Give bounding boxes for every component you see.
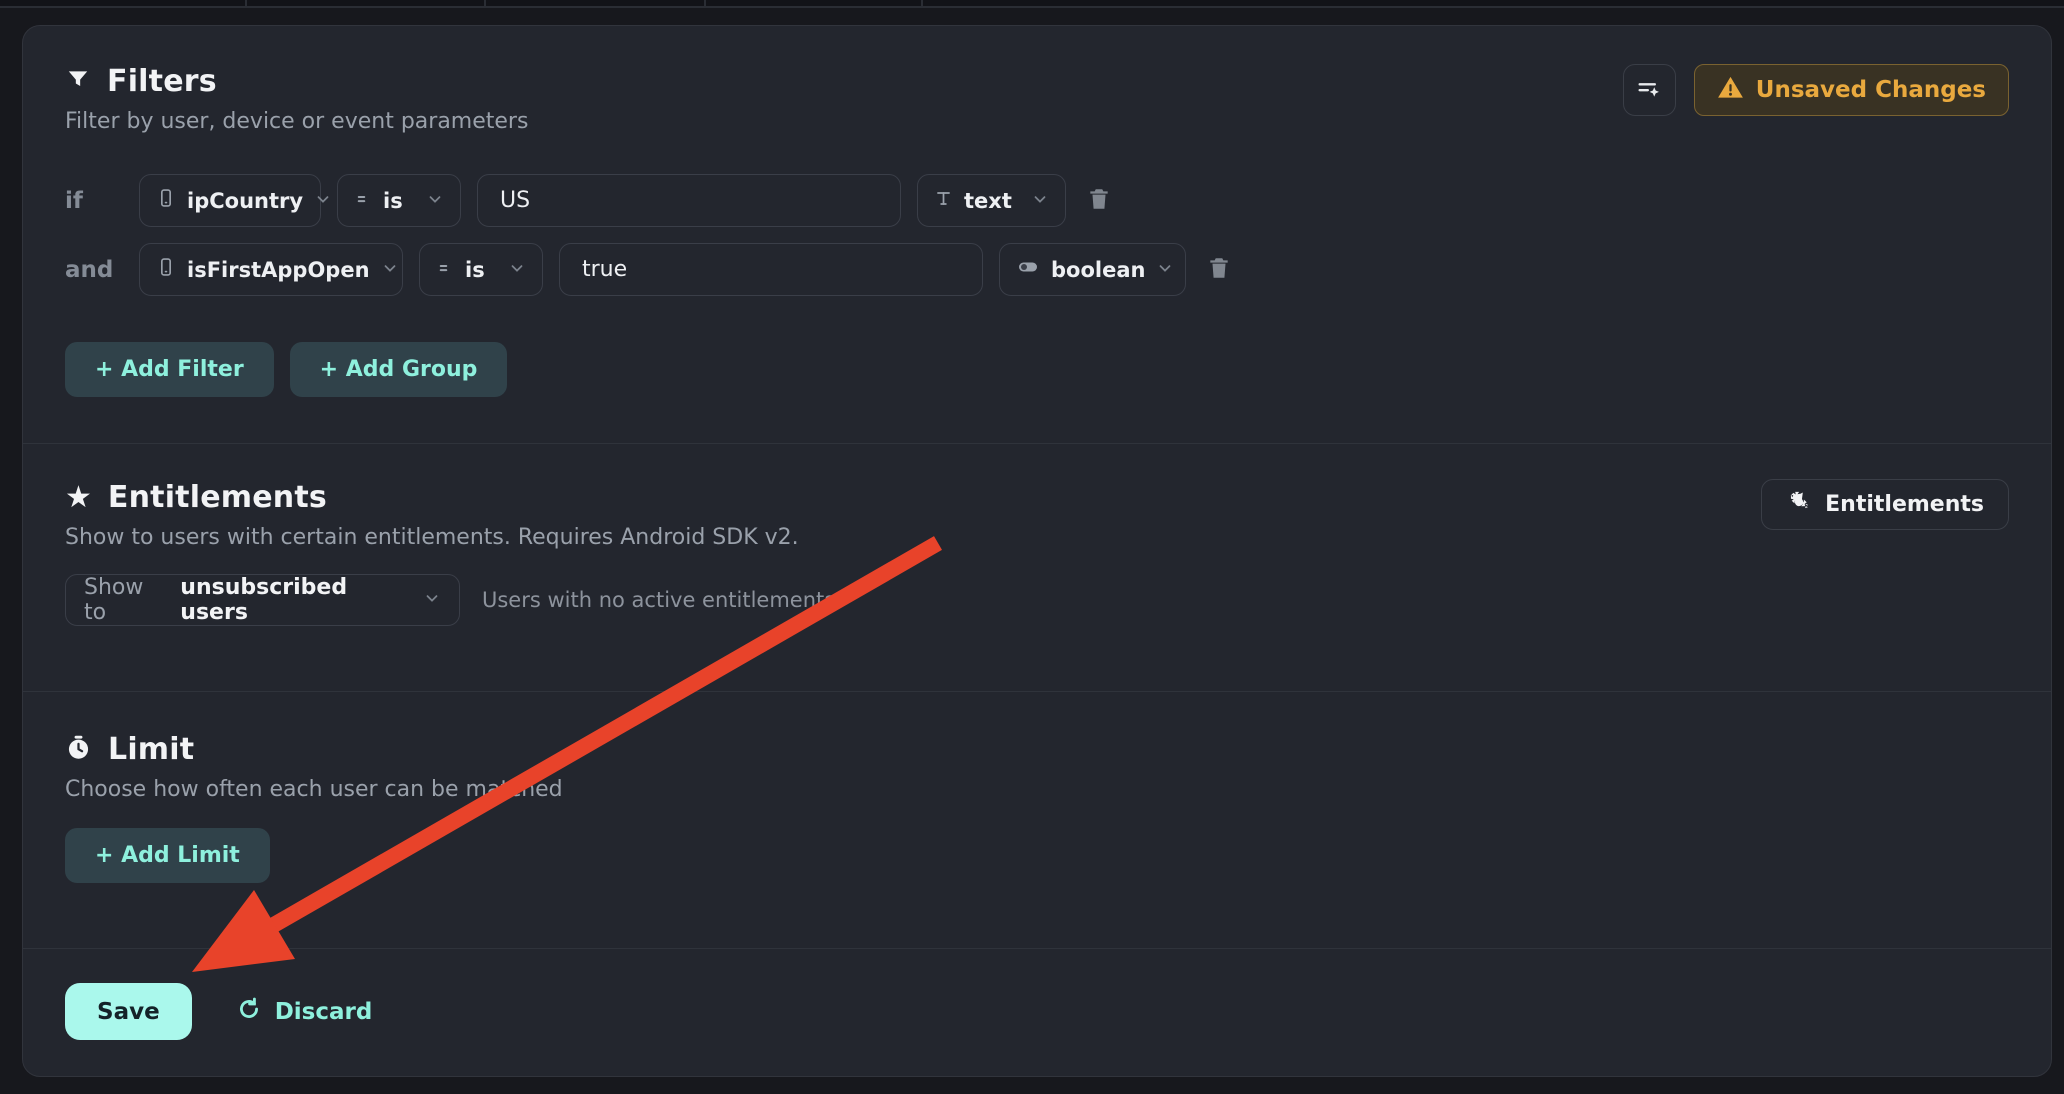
entitlements-button-label: Entitlements [1825, 492, 1984, 517]
filter-value-input[interactable] [477, 174, 901, 227]
text-type-icon [934, 189, 953, 213]
field-dropdown[interactable]: isFirstAppOpen [139, 243, 403, 296]
gear-icon [1786, 489, 1812, 521]
field-dropdown[interactable]: ipCountry [139, 174, 321, 227]
chevron-down-icon [1156, 258, 1174, 282]
equals-icon [436, 258, 454, 282]
footer-actions: Save Discard [23, 949, 2051, 1077]
filter-sparkle-button[interactable] [1623, 64, 1676, 116]
chevron-down-icon [423, 589, 441, 611]
limit-section: Limit Choose how often each user can be … [23, 692, 2051, 949]
equals-icon [354, 189, 372, 213]
value-type-dropdown[interactable]: text [917, 174, 1066, 227]
conjunction-label: if [65, 188, 139, 214]
chevron-down-icon [381, 258, 399, 282]
top-edge-columns [0, 0, 2064, 8]
field-label: isFirstAppOpen [187, 258, 370, 282]
chevron-down-icon [1031, 189, 1049, 213]
entitlements-settings-button[interactable]: Entitlements [1761, 479, 2009, 530]
boolean-toggle-icon [1016, 255, 1040, 284]
show-to-dropdown[interactable]: Show to unsubscribed users [65, 574, 460, 626]
field-label: ipCountry [187, 189, 303, 213]
show-to-label: Show to [84, 575, 168, 625]
filter-row: if ipCountry is [65, 174, 2009, 227]
filters-title: Filters [107, 64, 217, 99]
filter-value-input[interactable] [559, 243, 983, 296]
warning-triangle-icon [1717, 74, 1744, 107]
add-group-button[interactable]: + Add Group [290, 342, 508, 397]
add-filter-button[interactable]: + Add Filter [65, 342, 274, 397]
stopwatch-icon [65, 734, 92, 765]
value-type-label: text [964, 189, 1012, 213]
chevron-down-icon [314, 189, 332, 213]
show-to-value: unsubscribed users [180, 575, 411, 625]
unsaved-changes-badge: Unsaved Changes [1694, 64, 2009, 116]
limit-subtitle: Choose how often each user can be matche… [65, 777, 2009, 802]
entitlements-section: ★ Entitlements Show to users with certai… [23, 444, 2051, 692]
save-button[interactable]: Save [65, 983, 192, 1040]
filter-row: and isFirstAppOpen is [65, 243, 2009, 296]
value-type-dropdown[interactable]: boolean [999, 243, 1186, 296]
unsaved-changes-label: Unsaved Changes [1756, 77, 1986, 103]
delete-filter-button[interactable] [1082, 182, 1116, 219]
trash-icon [1086, 186, 1112, 215]
entitlements-subtitle: Show to users with certain entitlements.… [65, 525, 2009, 550]
entitlements-title: Entitlements [108, 480, 327, 515]
device-phone-icon [156, 188, 176, 213]
audience-settings-card: Filters Filter by user, device or event … [22, 25, 2052, 1077]
discard-button[interactable]: Discard [236, 983, 373, 1040]
add-limit-button[interactable]: + Add Limit [65, 828, 270, 883]
filters-subtitle: Filter by user, device or event paramete… [65, 109, 528, 134]
delete-filter-button[interactable] [1202, 251, 1236, 288]
discard-refresh-icon [236, 996, 262, 1028]
operator-label: is [383, 189, 403, 213]
chevron-down-icon [508, 258, 526, 282]
value-type-label: boolean [1051, 258, 1145, 282]
discard-label: Discard [275, 999, 373, 1025]
filters-section: Filters Filter by user, device or event … [23, 26, 2051, 444]
star-icon: ★ [65, 483, 92, 513]
device-phone-icon [156, 257, 176, 282]
chevron-down-icon [426, 189, 444, 213]
trash-icon [1206, 255, 1232, 284]
show-to-caption: Users with no active entitlements [482, 588, 835, 612]
operator-dropdown[interactable]: is [419, 243, 543, 296]
operator-label: is [465, 258, 485, 282]
filter-funnel-icon [65, 67, 91, 97]
conjunction-label: and [65, 257, 139, 283]
filter-sparkle-icon [1635, 75, 1663, 106]
limit-title: Limit [108, 732, 194, 767]
operator-dropdown[interactable]: is [337, 174, 461, 227]
